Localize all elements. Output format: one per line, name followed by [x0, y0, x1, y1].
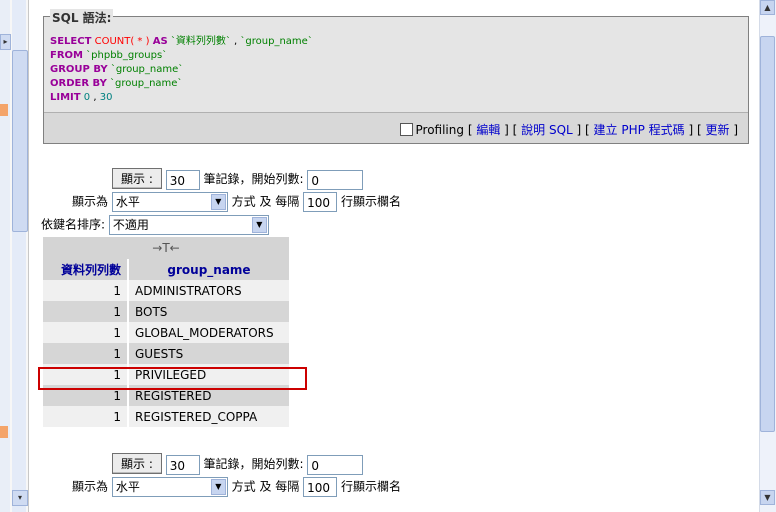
- sql-toolbar: Profiling [ 編輯 ] [ 說明 SQL ] [ 建立 PHP 程式碼…: [44, 112, 748, 143]
- refresh-link[interactable]: 更新: [705, 123, 729, 137]
- sql-comma: ,: [93, 92, 97, 103]
- table-row[interactable]: 1 GLOBAL_MODERATORS: [43, 322, 289, 343]
- sql-function[interactable]: COUNT( * ): [95, 36, 150, 47]
- display-mode-select[interactable]: 水平 ▼: [111, 477, 228, 497]
- group-name-cell: REGISTERED_COPPA: [128, 406, 289, 427]
- sql-keyword[interactable]: ORDER BY: [50, 78, 107, 89]
- sql-legend: SQL 語法:: [50, 9, 114, 26]
- display-as-label: 顯示為: [72, 194, 109, 209]
- repeat-suffix-label: 行顯示欄名: [340, 479, 401, 494]
- mode-suffix-label: 方式 及 每隔: [231, 194, 300, 209]
- table-row[interactable]: 1 GUESTS: [43, 343, 289, 364]
- profiling-checkbox[interactable]: [399, 123, 413, 136]
- sql-line-group-by: GROUP BY `group_name`: [50, 63, 313, 77]
- sql-line-from: FROM `phpbb_groups`: [50, 49, 313, 63]
- sort-by-key-label: 依鍵名排序:: [41, 217, 106, 232]
- start-row-input[interactable]: 0: [307, 454, 364, 475]
- row-count-cell: 1: [43, 301, 129, 322]
- explain-sql-link[interactable]: 說明 SQL: [521, 123, 573, 137]
- scroll-up-icon[interactable]: ▲: [760, 0, 775, 15]
- nav-bottom-row-2: 顯示為 水平 ▼ 方式 及 每隔 100 行顯示欄名: [72, 477, 401, 497]
- column-header-row-count[interactable]: 資料列列數: [43, 259, 129, 280]
- sql-identifier: `資料列列數`: [170, 36, 231, 47]
- sql-identifier: `phpbb_groups`: [86, 50, 168, 61]
- create-php-code-link[interactable]: 建立 PHP 程式碼: [594, 123, 685, 137]
- mode-suffix-label: 方式 及 每隔: [231, 479, 300, 494]
- left-frame-marker: [0, 104, 8, 116]
- sql-number: 30: [99, 92, 113, 103]
- display-as-label: 顯示為: [72, 479, 109, 494]
- left-frame-marker: [0, 426, 8, 438]
- nav-top-row-1: 顯示 : 30 筆記錄，開始列數: 0: [112, 168, 364, 190]
- column-header-group-name[interactable]: group_name: [128, 259, 289, 280]
- display-mode-select[interactable]: 水平 ▼: [111, 192, 228, 212]
- sql-line-order-by: ORDER BY `group_name`: [50, 77, 313, 91]
- table-row[interactable]: 1 REGISTERED_COPPA: [43, 406, 289, 427]
- repeat-headers-input[interactable]: 100: [303, 192, 338, 212]
- display-mode-value: 水平: [115, 480, 140, 494]
- sql-keyword[interactable]: LIMIT: [50, 92, 81, 103]
- show-button[interactable]: 顯示 :: [112, 453, 162, 474]
- group-name-cell: GLOBAL_MODERATORS: [128, 322, 289, 343]
- header-row: 資料列列數 group_name: [43, 259, 289, 280]
- nav-top-row-2: 顯示為 水平 ▼ 方式 及 每隔 100 行顯示欄名: [72, 192, 401, 212]
- profiling-label[interactable]: Profiling: [416, 123, 465, 137]
- repeat-suffix-label: 行顯示欄名: [340, 194, 401, 209]
- left-frame: ▸ ▾: [0, 0, 29, 512]
- rows-per-page-input[interactable]: 30: [165, 454, 200, 475]
- chevron-down-icon[interactable]: ▼: [210, 479, 226, 495]
- sql-keyword[interactable]: GROUP BY: [50, 64, 108, 75]
- scroll-down-icon[interactable]: ▼: [760, 490, 775, 505]
- sql-toolbar-links: Profiling [ 編輯 ] [ 說明 SQL ] [ 建立 PHP 程式碼…: [399, 121, 738, 138]
- start-row-input[interactable]: 0: [307, 169, 364, 190]
- sql-comma: ,: [234, 36, 238, 47]
- repeat-headers-input[interactable]: 100: [303, 477, 338, 497]
- sort-by-key-select[interactable]: 不適用 ▼: [108, 215, 269, 235]
- sql-line-select: SELECT COUNT( * ) AS `資料列列數` , `group_na…: [50, 35, 313, 49]
- sql-identifier: `group_name`: [110, 78, 183, 89]
- row-count-cell: 1: [43, 343, 129, 364]
- main-scrollbar[interactable]: ▲ ▼: [759, 0, 776, 512]
- show-button[interactable]: 顯示 :: [112, 168, 162, 189]
- highlight-annotation-box: [38, 367, 307, 390]
- sql-number: 0: [83, 92, 91, 103]
- sql-identifier: `group_name`: [240, 36, 313, 47]
- group-name-cell: GUESTS: [128, 343, 289, 364]
- sql-query-box: SQL 語法: SELECT COUNT( * ) AS `資料列列數` , `…: [43, 9, 749, 144]
- sort-tool-row: →T←: [43, 237, 289, 259]
- edit-link[interactable]: 編輯: [476, 123, 500, 137]
- chevron-down-icon[interactable]: ▼: [210, 194, 226, 210]
- left-frame-scroll-button[interactable]: ▸: [0, 34, 11, 50]
- left-frame-scroll-thumb[interactable]: [12, 50, 28, 232]
- group-name-cell: ADMINISTRATORS: [128, 280, 289, 301]
- sql-identifier: `group_name`: [110, 64, 184, 75]
- sort-row: 依鍵名排序: 不適用 ▼: [41, 215, 269, 235]
- rows-per-page-input[interactable]: 30: [165, 169, 200, 190]
- chevron-down-icon[interactable]: ▼: [251, 217, 267, 233]
- sql-keyword: AS: [152, 36, 168, 47]
- left-frame-scroll-down[interactable]: ▾: [12, 490, 28, 506]
- sql-keyword[interactable]: SELECT: [50, 36, 91, 47]
- records-label: 筆記錄，開始列數:: [203, 172, 304, 186]
- row-count-cell: 1: [43, 406, 129, 427]
- records-label: 筆記錄，開始列數:: [203, 457, 304, 471]
- result-table: →T← 資料列列數 group_name 1 ADMINISTRATORS 1 …: [43, 237, 289, 427]
- column-arrange-icon[interactable]: →T←: [43, 237, 289, 259]
- sql-keyword[interactable]: FROM: [50, 50, 83, 61]
- row-count-cell: 1: [43, 322, 129, 343]
- sql-statement: SELECT COUNT( * ) AS `資料列列數` , `group_na…: [50, 35, 313, 105]
- nav-bottom-row-1: 顯示 : 30 筆記錄，開始列數: 0: [112, 453, 364, 475]
- table-row[interactable]: 1 BOTS: [43, 301, 289, 322]
- scroll-thumb[interactable]: [760, 36, 775, 432]
- sort-by-key-value: 不適用: [112, 218, 149, 232]
- table-row[interactable]: 1 ADMINISTRATORS: [43, 280, 289, 301]
- sql-line-limit: LIMIT 0 , 30: [50, 91, 313, 105]
- display-mode-value: 水平: [115, 195, 140, 209]
- row-count-cell: 1: [43, 280, 129, 301]
- group-name-cell: BOTS: [128, 301, 289, 322]
